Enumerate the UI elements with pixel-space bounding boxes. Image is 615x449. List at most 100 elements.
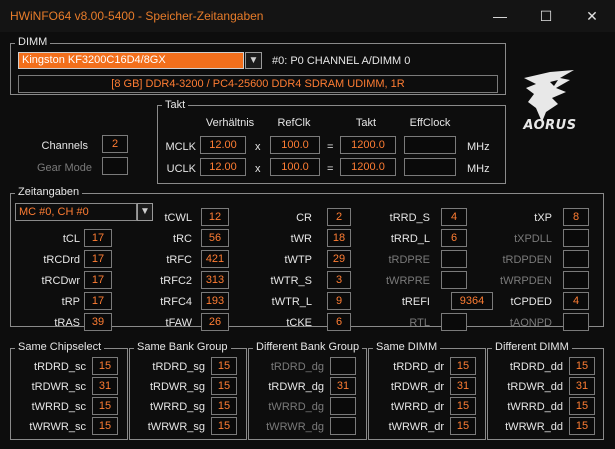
timing-label: tCL [62, 233, 80, 245]
timing-label: tRAS [54, 317, 80, 329]
dimm-slot-info: #0: P0 CHANNEL A/DIMM 0 [272, 55, 411, 67]
header-refclk: RefClk [277, 117, 311, 129]
timing-label: tWRWR_sg [147, 421, 205, 433]
mclk-eq: = [327, 141, 334, 153]
timing-label: tREFI [401, 296, 430, 308]
timing-label: tRDPDEN [502, 254, 552, 266]
timing-label: tRFC4 [160, 296, 192, 308]
mclk-mult: x [255, 141, 261, 153]
timing-value: 31 [330, 377, 356, 395]
timing-value [330, 417, 356, 435]
timing-label: tRP [61, 296, 80, 308]
timing-label: tWRRD_dr [390, 401, 444, 413]
timing-value: 2 [327, 208, 351, 226]
timing-value: 26 [201, 313, 229, 331]
timing-label: tCKE [286, 317, 312, 329]
channels-value: 2 [102, 135, 128, 153]
mclk-unit: MHz [467, 141, 490, 153]
timing-value: 313 [201, 271, 229, 289]
minimize-button[interactable]: — [477, 0, 523, 32]
maximize-button[interactable]: ☐ [523, 0, 569, 32]
mclk-effclock [404, 136, 456, 154]
timing-value: 31 [92, 377, 118, 395]
timing-label: RTL [409, 317, 430, 329]
uclk-unit: MHz [467, 163, 490, 175]
chevron-down-icon[interactable]: ▼ [245, 52, 262, 69]
timing-label: tRDRD_sc [34, 361, 86, 373]
dimm-module-description: [8 GB] DDR4-3200 / PC4-25600 DDR4 SDRAM … [18, 75, 498, 93]
timing-value: 31 [569, 377, 595, 395]
timing-subgroup-title: Same DIMM [373, 341, 441, 354]
timing-label: tRDWR_sc [31, 381, 86, 393]
timing-label: tRC [173, 233, 192, 245]
timing-value: 8 [563, 208, 589, 226]
uclk-ratio: 12.00 [200, 158, 246, 176]
timing-value: 15 [211, 377, 237, 395]
mclk-refclk: 100.0 [270, 136, 320, 154]
dimm-module-select[interactable]: Kingston KF3200C16D4/8GX [18, 52, 244, 69]
timing-label: CR [296, 212, 312, 224]
timing-label: tFAW [165, 317, 192, 329]
timing-label: tWRWR_dd [505, 421, 563, 433]
gear-mode-value [102, 157, 128, 175]
mclk-label: MCLK [165, 141, 196, 153]
timing-value: 17 [84, 229, 112, 247]
uclk-eq: = [327, 163, 334, 175]
timing-label: tRRD_L [390, 233, 430, 245]
timing-value: 17 [84, 271, 112, 289]
timing-value [330, 397, 356, 415]
timing-label: tRDRD_dg [270, 361, 324, 373]
uclk-effclock [404, 158, 456, 176]
timing-label: tRCDrd [43, 254, 80, 266]
timing-value [563, 229, 589, 247]
timing-value: 193 [201, 292, 229, 310]
dimm-group-label: DIMM [15, 36, 51, 49]
timing-value [441, 271, 467, 289]
uclk-refclk: 100.0 [270, 158, 320, 176]
mclk-takt: 1200.0 [340, 136, 396, 154]
timing-subgroup-title: Different DIMM [492, 341, 572, 354]
timing-label: tRDRD_dr [393, 361, 444, 373]
timing-label: tRDWR_dg [268, 381, 324, 393]
timing-subgroup-title: Different Bank Group [253, 341, 363, 354]
timing-label: tRDPRE [388, 254, 430, 266]
timing-value: 3 [327, 271, 351, 289]
timing-label: tRDRD_dd [509, 361, 563, 373]
timing-label: tWRWR_sc [29, 421, 86, 433]
timing-value: 6 [441, 229, 467, 247]
timing-label: tWRRD_sg [149, 401, 205, 413]
timing-value: 15 [92, 417, 118, 435]
timing-label: tWRPRE [386, 275, 430, 287]
timing-label: tWTR_S [270, 275, 312, 287]
timing-value: 15 [450, 357, 476, 375]
takt-group-label: Takt [162, 99, 189, 112]
timing-value: 15 [569, 357, 595, 375]
header-effclock: EffClock [409, 117, 451, 129]
close-button[interactable]: ✕ [569, 0, 615, 32]
timing-value [563, 250, 589, 268]
timing-value: 15 [450, 417, 476, 435]
timing-value [441, 313, 467, 331]
mclk-ratio: 12.00 [200, 136, 246, 154]
timing-value: 17 [84, 250, 112, 268]
timing-value [563, 271, 589, 289]
timing-label: tRDRD_sg [152, 361, 205, 373]
timing-value: 421 [201, 250, 229, 268]
timing-value: 15 [92, 357, 118, 375]
timing-value: 31 [450, 377, 476, 395]
timing-value: 15 [92, 397, 118, 415]
timing-label: tCWL [164, 212, 193, 224]
aorus-logo-text: AORUS [523, 118, 577, 133]
timing-label: tRRD_S [389, 212, 430, 224]
timing-value: 4 [441, 208, 467, 226]
timing-value: 56 [201, 229, 229, 247]
timing-value [563, 313, 589, 331]
timing-label: tCPDED [510, 296, 552, 308]
timing-label: tWRWR_dr [388, 421, 444, 433]
timing-value: 4 [563, 292, 589, 310]
timing-value: 15 [569, 417, 595, 435]
timing-label: tRFC2 [160, 275, 192, 287]
timing-label: tRDWR_sg [149, 381, 205, 393]
timing-label: tXP [534, 212, 552, 224]
timing-value: 12 [201, 208, 229, 226]
